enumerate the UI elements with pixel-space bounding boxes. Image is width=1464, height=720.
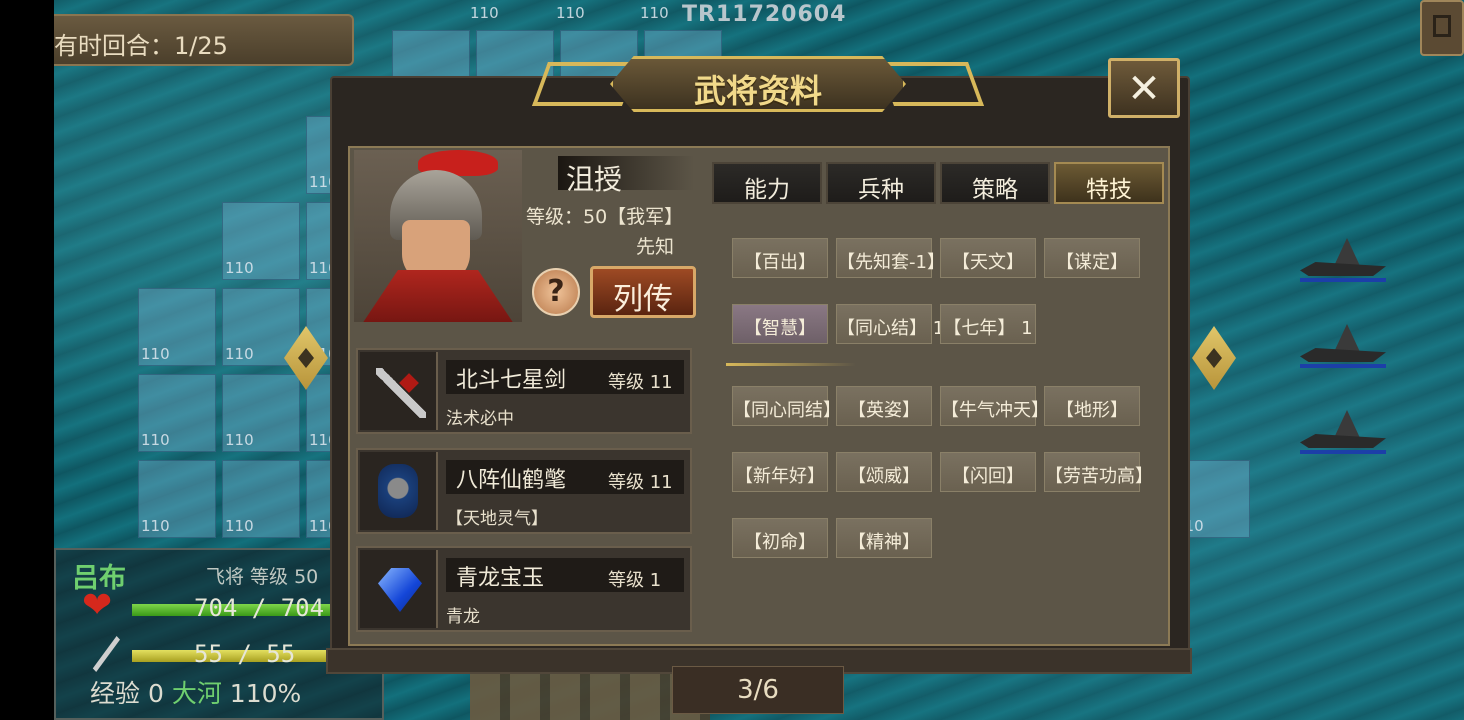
tile-label: 110 — [225, 517, 254, 535]
dialog-title-plate: 武将资料 — [531, 52, 985, 118]
equipment-slot[interactable]: 北斗七星剑 等级 11 法术必中 — [356, 348, 692, 434]
info-tabs: 能力 兵种 策略 特技 — [712, 162, 1166, 204]
skill-chip[interactable]: 【闪回】 — [940, 452, 1036, 492]
turn-text: 有时回合：1/25 — [54, 32, 228, 60]
map-tile[interactable]: 110 — [138, 288, 216, 366]
cloak-icon — [378, 464, 418, 518]
close-icon: ✕ — [1127, 66, 1161, 112]
skill-chip[interactable]: 【颂威】 — [836, 452, 932, 492]
equipment-level: 等级 11 — [608, 372, 673, 393]
exp-label: 经验 — [90, 679, 141, 708]
equipment-name: 八阵仙鹤氅 — [456, 468, 567, 493]
turn-counter: 有时回合：1/25 — [54, 14, 354, 66]
skill-chip[interactable]: 【牛气冲天】 — [940, 386, 1049, 426]
skill-chip[interactable]: 【同心结】 1 — [836, 304, 944, 344]
equipment-slot[interactable]: 八阵仙鹤氅 等级 11 【天地灵气】 — [356, 448, 692, 534]
tab-strategy[interactable]: 策略 — [940, 162, 1050, 204]
equipment-level: 等级 11 — [608, 472, 673, 493]
general-portrait — [354, 150, 522, 322]
map-tile[interactable]: 110 — [138, 374, 216, 452]
skill-chip[interactable]: 【精神】 — [836, 518, 932, 558]
tab-special-skills[interactable]: 特技 — [1054, 162, 1164, 204]
equipment-slot[interactable]: 青龙宝玉 等级 1 青龙 — [356, 546, 692, 632]
equipment-desc: 法术必中 — [446, 409, 514, 429]
tile-label: 110 — [640, 4, 669, 22]
map-tile[interactable]: 110 — [138, 460, 216, 538]
tile-label: 110 — [141, 345, 170, 363]
enemy-ship[interactable] — [1300, 324, 1390, 372]
page-indicator: 3/6 — [672, 666, 844, 714]
heart-icon: ❤ — [82, 585, 113, 626]
hp-value: 704 / 704 — [194, 594, 325, 622]
tab-ability[interactable]: 能力 — [712, 162, 822, 204]
skill-chip[interactable]: 【劳苦功高】 — [1044, 452, 1153, 492]
unit-exp-line: 经验 0 大河 110% — [90, 674, 301, 710]
tile-label: 110 — [225, 259, 254, 277]
terrain-rate: 110% — [229, 679, 302, 708]
equipment-name: 北斗七星剑 — [456, 368, 567, 393]
unit-class-level: 飞将 等级 50 — [206, 566, 319, 588]
sword-icon — [376, 368, 426, 418]
enemy-ship[interactable] — [1300, 410, 1390, 458]
tile-label: 110 — [141, 431, 170, 449]
skill-chip[interactable]: 【新年好】 — [732, 452, 828, 492]
tile-label: 110 — [141, 517, 170, 535]
skill-chip[interactable]: 【百出】 — [732, 238, 828, 278]
map-tile[interactable]: 110 — [222, 374, 300, 452]
skill-chip[interactable]: 【同心同结】 — [732, 386, 841, 426]
dialog-title: 武将资料 — [693, 72, 822, 110]
equipment-desc: 青龙 — [446, 607, 480, 627]
general-name: 沮授 — [566, 163, 623, 196]
terrain-name: 大河 — [171, 679, 222, 708]
general-level: 等级：50【我军】 — [526, 206, 684, 228]
page-number: 3/6 — [737, 675, 779, 705]
mp-value: 55 / 55 — [194, 640, 296, 668]
skill-chip[interactable]: 【英姿】 — [836, 386, 932, 426]
tab-troop-type[interactable]: 兵种 — [826, 162, 936, 204]
skill-chip[interactable]: 【天文】 — [940, 238, 1036, 278]
skill-chip[interactable]: 【先知套-1】 — [836, 238, 945, 278]
map-tile[interactable]: 110 — [222, 202, 300, 280]
skill-chip[interactable]: 【地形】 — [1044, 386, 1140, 426]
tile-label: 110 — [225, 431, 254, 449]
section-divider — [726, 363, 856, 366]
skill-chip[interactable]: 【七年】 1 — [940, 304, 1036, 344]
question-icon: ? — [547, 274, 565, 309]
skill-chip[interactable]: 【智慧】 — [732, 304, 828, 344]
map-id: TR11720604 — [682, 2, 847, 27]
biography-button[interactable]: 列传 — [590, 266, 696, 318]
tile-label: 110 — [556, 4, 585, 22]
tile-label: 110 — [470, 4, 499, 22]
equipment-level: 等级 1 — [608, 570, 662, 591]
skill-chip[interactable]: 【谋定】 — [1044, 238, 1140, 278]
help-button[interactable]: ? — [532, 268, 580, 316]
equipment-name: 青龙宝玉 — [456, 566, 545, 591]
jade-icon — [378, 568, 422, 612]
general-skill: 先知 — [636, 236, 675, 258]
biography-label: 列传 — [613, 282, 673, 317]
skill-chip[interactable]: 【初命】 — [732, 518, 828, 558]
system-menu-button[interactable] — [1420, 0, 1464, 56]
equipment-desc: 【天地灵气】 — [446, 509, 548, 529]
menu-icon — [1433, 15, 1451, 37]
map-tile[interactable]: 110 — [222, 460, 300, 538]
tile-label: 110 — [225, 345, 254, 363]
enemy-ship[interactable] — [1300, 238, 1390, 286]
exp-value: 0 — [147, 679, 164, 708]
close-button[interactable]: ✕ — [1108, 58, 1180, 118]
feather-icon — [92, 636, 120, 672]
